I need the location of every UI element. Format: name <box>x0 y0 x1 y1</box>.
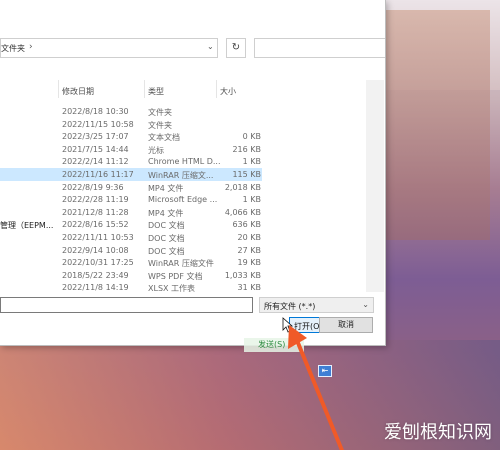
file-date: 2022/8/18 10:30 <box>62 107 129 116</box>
file-size: 27 KB <box>237 245 261 255</box>
cancel-button[interactable]: 取消 <box>319 317 373 333</box>
file-list-row[interactable]: 2021/7/15 14:44 光标 216 KB <box>0 143 262 156</box>
file-size: 4,066 KB <box>224 207 261 217</box>
file-list-row[interactable]: 2022/11/15 10:58 文件夹 <box>0 118 262 131</box>
file-date: 2022/8/19 9:36 <box>62 182 124 192</box>
file-list-row[interactable]: 2022/8/18 10:30 文件夹 <box>0 105 262 118</box>
file-list-row[interactable]: 2022/11/11 10:53 DOC 文档 20 KB <box>0 231 262 244</box>
file-date: 2018/5/22 23:49 <box>62 270 129 280</box>
file-date: 2021/7/15 14:44 <box>62 144 129 154</box>
file-size: 0 KB <box>242 132 261 142</box>
column-divider[interactable] <box>216 80 217 98</box>
file-type: MP4 文件 <box>148 208 184 218</box>
file-type-filter-label: 所有文件 (*.*) <box>264 302 316 311</box>
file-size: 636 KB <box>232 220 261 230</box>
file-size: 2,018 KB <box>224 182 261 192</box>
address-path[interactable]: 文件夹 <box>1 43 25 54</box>
file-date: 2022/3/25 17:07 <box>62 132 129 142</box>
file-list-row[interactable]: 2018/5/22 23:49 WPS PDF 文档 1,033 KB <box>0 269 262 282</box>
file-list-row[interactable]: 2022/3/25 17:07 文本文档 0 KB <box>0 130 262 143</box>
file-size: 20 KB <box>237 233 261 242</box>
send-tag[interactable]: 发送(S) <box>244 338 304 352</box>
file-date: 2022/9/14 10:08 <box>62 245 129 255</box>
file-type: MP4 文件 <box>148 183 184 193</box>
file-list-row[interactable]: 2021/12/8 11:28 MP4 文件 4,066 KB <box>0 206 262 219</box>
file-date: 2022/11/15 10:58 <box>62 119 134 129</box>
file-list-row[interactable]: 2022/2/28 11:19 Microsoft Edge ... 1 KB <box>0 193 262 206</box>
file-size: 19 KB <box>237 258 261 268</box>
breadcrumb-chevron-icon[interactable]: › <box>29 42 33 52</box>
file-name: 管理（EEPM... <box>0 221 54 231</box>
file-type: WPS PDF 文档 <box>148 271 203 281</box>
file-date: 2022/11/11 10:53 <box>62 233 134 242</box>
file-size: 1,033 KB <box>224 270 261 280</box>
file-list-row[interactable]: 2022/8/19 9:36 MP4 文件 2,018 KB <box>0 181 262 194</box>
open-file-dialog: 文件夹 › ⌄ ↻ 修改日期 类型 大小 2022/8/18 10:30 文件夹 2… <box>0 0 386 346</box>
file-list-row[interactable]: 2022/10/31 17:25 WinRAR 压缩文件 19 KB <box>0 256 262 269</box>
file-date: 2021/12/8 11:28 <box>62 207 129 217</box>
column-header-type[interactable]: 类型 <box>148 86 164 97</box>
file-type: 文件夹 <box>148 108 172 117</box>
search-input[interactable] <box>254 38 385 58</box>
file-date: 2022/11/8 14:19 <box>62 283 129 293</box>
file-list-row[interactable]: 2022/9/14 10:08 DOC 文档 27 KB <box>0 244 262 257</box>
file-date: 2022/2/28 11:19 <box>62 195 129 205</box>
file-type: 光标 <box>148 145 164 155</box>
file-type: Microsoft Edge ... <box>148 195 218 205</box>
file-date: 2022/11/16 11:17 <box>62 170 134 179</box>
file-type: XLSX 工作表 <box>148 284 196 294</box>
file-size: 216 KB <box>232 144 261 154</box>
file-type: 文本文档 <box>148 133 180 143</box>
column-header-size[interactable]: 大小 <box>220 86 236 97</box>
file-size: 115 KB <box>232 170 261 179</box>
column-divider[interactable] <box>144 80 145 98</box>
file-type: Chrome HTML D... <box>148 157 221 167</box>
file-list-row[interactable]: 2022/2/14 11:12 Chrome HTML D... 1 KB <box>0 155 262 168</box>
column-divider[interactable] <box>58 80 59 98</box>
refresh-button[interactable]: ↻ <box>226 38 246 58</box>
panel-toggle-button[interactable]: ⇤ <box>318 365 332 377</box>
file-size: 1 KB <box>242 195 261 205</box>
file-date: 2022/2/14 11:12 <box>62 157 129 167</box>
file-type: DOC 文档 <box>148 234 185 243</box>
file-date: 2022/10/31 17:25 <box>62 258 134 268</box>
chevron-down-icon: ⌄ <box>362 300 369 309</box>
file-type: WinRAR 压缩文... <box>148 171 214 180</box>
filename-input[interactable] <box>0 297 253 313</box>
file-list-row[interactable]: 2022/11/8 14:19 XLSX 工作表 31 KB <box>0 281 262 294</box>
address-dropdown-icon[interactable]: ⌄ <box>207 42 214 51</box>
file-type: WinRAR 压缩文件 <box>148 259 214 269</box>
file-type-filter[interactable]: 所有文件 (*.*) ⌄ <box>259 297 374 313</box>
file-date: 2022/8/16 15:52 <box>62 220 129 230</box>
file-type: DOC 文档 <box>148 246 185 256</box>
address-bar[interactable]: 文件夹 › ⌄ <box>0 38 218 58</box>
file-list-row[interactable]: 管理（EEPM... 2022/8/16 15:52 DOC 文档 636 KB <box>0 218 262 231</box>
file-size: 1 KB <box>242 157 261 167</box>
file-size: 31 KB <box>237 283 261 293</box>
column-header-date[interactable]: 修改日期 <box>62 86 94 97</box>
file-type: 文件夹 <box>148 120 172 130</box>
file-list-row[interactable]: 2022/11/16 11:17 WinRAR 压缩文... 115 KB <box>0 168 262 181</box>
file-type: DOC 文档 <box>148 221 185 231</box>
watermark-logo: 爱刨根知识网 <box>384 422 492 443</box>
vertical-scrollbar[interactable] <box>366 80 384 292</box>
